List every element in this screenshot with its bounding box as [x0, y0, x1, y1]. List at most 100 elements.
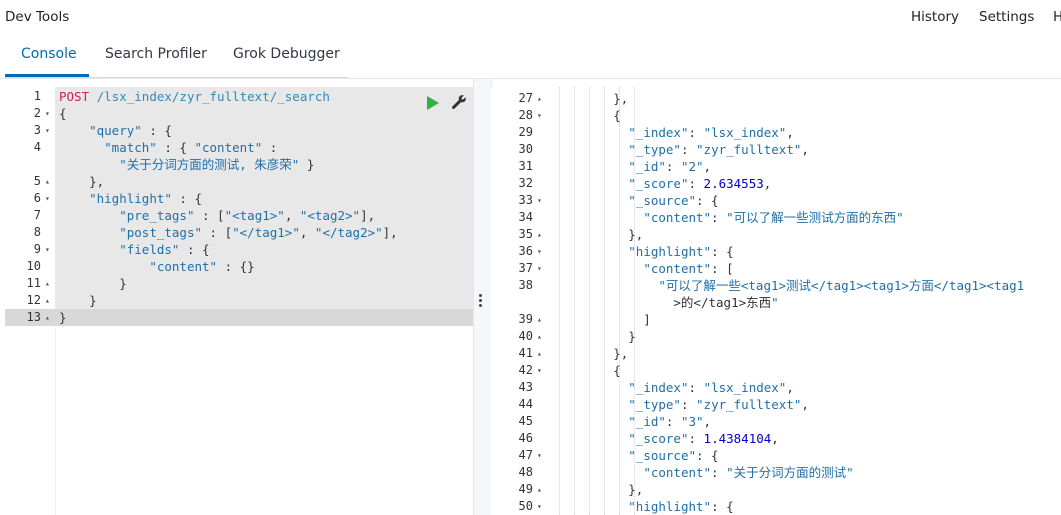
output-line: 49 ▴ },	[491, 481, 1061, 498]
nav-history[interactable]: History	[911, 9, 959, 25]
editor-line: 12 ▴ }	[5, 292, 473, 309]
output-line: 34 "content": "可以了解一些测试方面的东西"	[491, 209, 1061, 226]
output-line: 36 ▾ "highlight": {	[491, 243, 1061, 260]
pane-resizer[interactable]	[473, 79, 492, 515]
app-title: Dev Tools	[5, 9, 70, 25]
code-text: {	[553, 363, 621, 378]
code-text: "content" : {}	[149, 259, 255, 274]
output-line: 28 ▾ {	[491, 107, 1061, 124]
line-number: 34	[518, 210, 533, 224]
editor-line: 7 "pre_tags" : ["<tag1>", "<tag2>"],	[5, 207, 473, 224]
output-line: 47 ▾ "_source": {	[491, 447, 1061, 464]
tab-grok-debugger[interactable]: Grok Debugger	[233, 46, 340, 62]
fold-arrow-up-icon[interactable]: ▴	[537, 90, 542, 107]
nav-help[interactable]: H	[1053, 9, 1061, 25]
line-number: 33	[518, 193, 533, 207]
fold-arrow-down-icon[interactable]: ▾	[45, 241, 50, 258]
nav-settings[interactable]: Settings	[979, 9, 1034, 25]
header-divider	[0, 78, 1061, 79]
line-number: 11	[26, 276, 41, 290]
fold-arrow-up-icon[interactable]: ▴	[45, 275, 50, 292]
active-tab-indicator	[5, 74, 89, 77]
output-line: 31 "_id": "2",	[491, 158, 1061, 175]
line-number: 38	[518, 278, 533, 292]
output-line: 35 ▴ },	[491, 226, 1061, 243]
editor-line: 4 "match" : { "content" :	[5, 139, 473, 156]
line-number: 48	[518, 465, 533, 479]
code-text: "_source": {	[628, 448, 719, 463]
line-number: 30	[518, 142, 533, 156]
code-text: "highlight": {	[628, 499, 734, 514]
fold-arrow-down-icon[interactable]: ▾	[537, 260, 542, 277]
code-text: "content": "可以了解一些测试方面的东西"	[643, 210, 904, 225]
line-number: 47	[518, 448, 533, 462]
fold-arrow-down-icon[interactable]: ▾	[537, 243, 542, 260]
fold-arrow-down-icon[interactable]: ▾	[537, 107, 542, 124]
editor-line: 2 ▾ {	[5, 105, 473, 122]
line-number: 36	[518, 244, 533, 258]
output-line: 37 ▾ "content": [	[491, 260, 1061, 277]
line-number: 35	[518, 227, 533, 241]
fold-arrow-up-icon[interactable]: ▴	[537, 226, 542, 243]
fold-arrow-down-icon[interactable]: ▾	[537, 447, 542, 464]
fold-arrow-up-icon[interactable]: ▴	[45, 292, 50, 309]
request-editor[interactable]: 1 POST /lsx_index/zyr_fulltext/_search 2 ▾ {…	[5, 87, 473, 515]
code-text: },	[59, 174, 105, 189]
output-line: 46 "_score": 1.4384104,	[491, 430, 1061, 447]
output-line: 44 "_type": "zyr_fulltext",	[491, 396, 1061, 413]
fold-arrow-down-icon[interactable]: ▾	[537, 498, 542, 515]
code-text: "post_tags" : ["</tag1>", "</tag2>"],	[119, 225, 398, 240]
line-number: 41	[518, 346, 533, 360]
line-number: 9	[33, 242, 41, 256]
code-text: {	[553, 108, 621, 123]
play-icon[interactable]	[426, 96, 440, 110]
line-number: 29	[518, 125, 533, 139]
code-text: >的</tag1>东西"	[553, 295, 779, 310]
fold-arrow-up-icon[interactable]: ▴	[537, 345, 542, 362]
fold-arrow-up-icon[interactable]: ▴	[537, 328, 542, 345]
code-text: {	[59, 106, 67, 121]
request-path: /lsx_index/zyr_fulltext/_search	[96, 89, 330, 104]
line-number: 32	[518, 176, 533, 190]
code-text: "highlight" : {	[89, 191, 203, 206]
tab-search-profiler[interactable]: Search Profiler	[105, 46, 207, 62]
editor-line: 11 ▴ }	[5, 275, 473, 292]
line-number: 13	[26, 310, 41, 324]
fold-arrow-down-icon[interactable]: ▾	[45, 105, 50, 122]
fold-arrow-down-icon[interactable]: ▾	[45, 190, 50, 207]
line-number: 40	[518, 329, 533, 343]
output-line: 39 ▴ ]	[491, 311, 1061, 328]
code-text: "_index": "lsx_index",	[628, 380, 794, 395]
code-text: "highlight": {	[628, 244, 734, 259]
line-number: 39	[518, 312, 533, 326]
line-number: 1	[33, 89, 41, 103]
line-number: 7	[33, 208, 41, 222]
code-text: }	[553, 329, 636, 344]
code-text: "query" : {	[89, 123, 172, 138]
line-number: 10	[26, 259, 41, 273]
fold-arrow-down-icon[interactable]: ▾	[45, 122, 50, 139]
output-line: 33 ▾ "_source": {	[491, 192, 1061, 209]
resizer-handle-icon	[479, 294, 483, 308]
response-viewer[interactable]: 27 ▴ }, 28 ▾ {29 "_index": "lsx_index", 30 "…	[491, 87, 1061, 515]
fold-arrow-up-icon[interactable]: ▴	[537, 311, 542, 328]
fold-arrow-up-icon[interactable]: ▴	[45, 309, 50, 326]
wrench-icon[interactable]	[451, 94, 467, 110]
line-number: 31	[518, 159, 533, 173]
output-line: 45 "_id": "3",	[491, 413, 1061, 430]
fold-arrow-up-icon[interactable]: ▴	[537, 481, 542, 498]
fold-arrow-up-icon[interactable]: ▴	[45, 173, 50, 190]
fold-arrow-down-icon[interactable]: ▾	[537, 362, 542, 379]
line-number: 5	[33, 174, 41, 188]
fold-arrow-down-icon[interactable]: ▾	[537, 192, 542, 209]
code-text: }	[59, 276, 127, 291]
line-number: 28	[518, 108, 533, 122]
code-text: "_type": "zyr_fulltext",	[628, 142, 809, 157]
output-line: 43 "_index": "lsx_index",	[491, 379, 1061, 396]
code-text: "关于分词方面的测试, 朱彦荣" }	[119, 157, 315, 172]
line-number: 8	[33, 225, 41, 239]
editor-line: 10 "content" : {}	[5, 258, 473, 275]
line-number: 43	[518, 380, 533, 394]
line-number: 50	[518, 499, 533, 513]
tab-console[interactable]: Console	[21, 46, 77, 62]
